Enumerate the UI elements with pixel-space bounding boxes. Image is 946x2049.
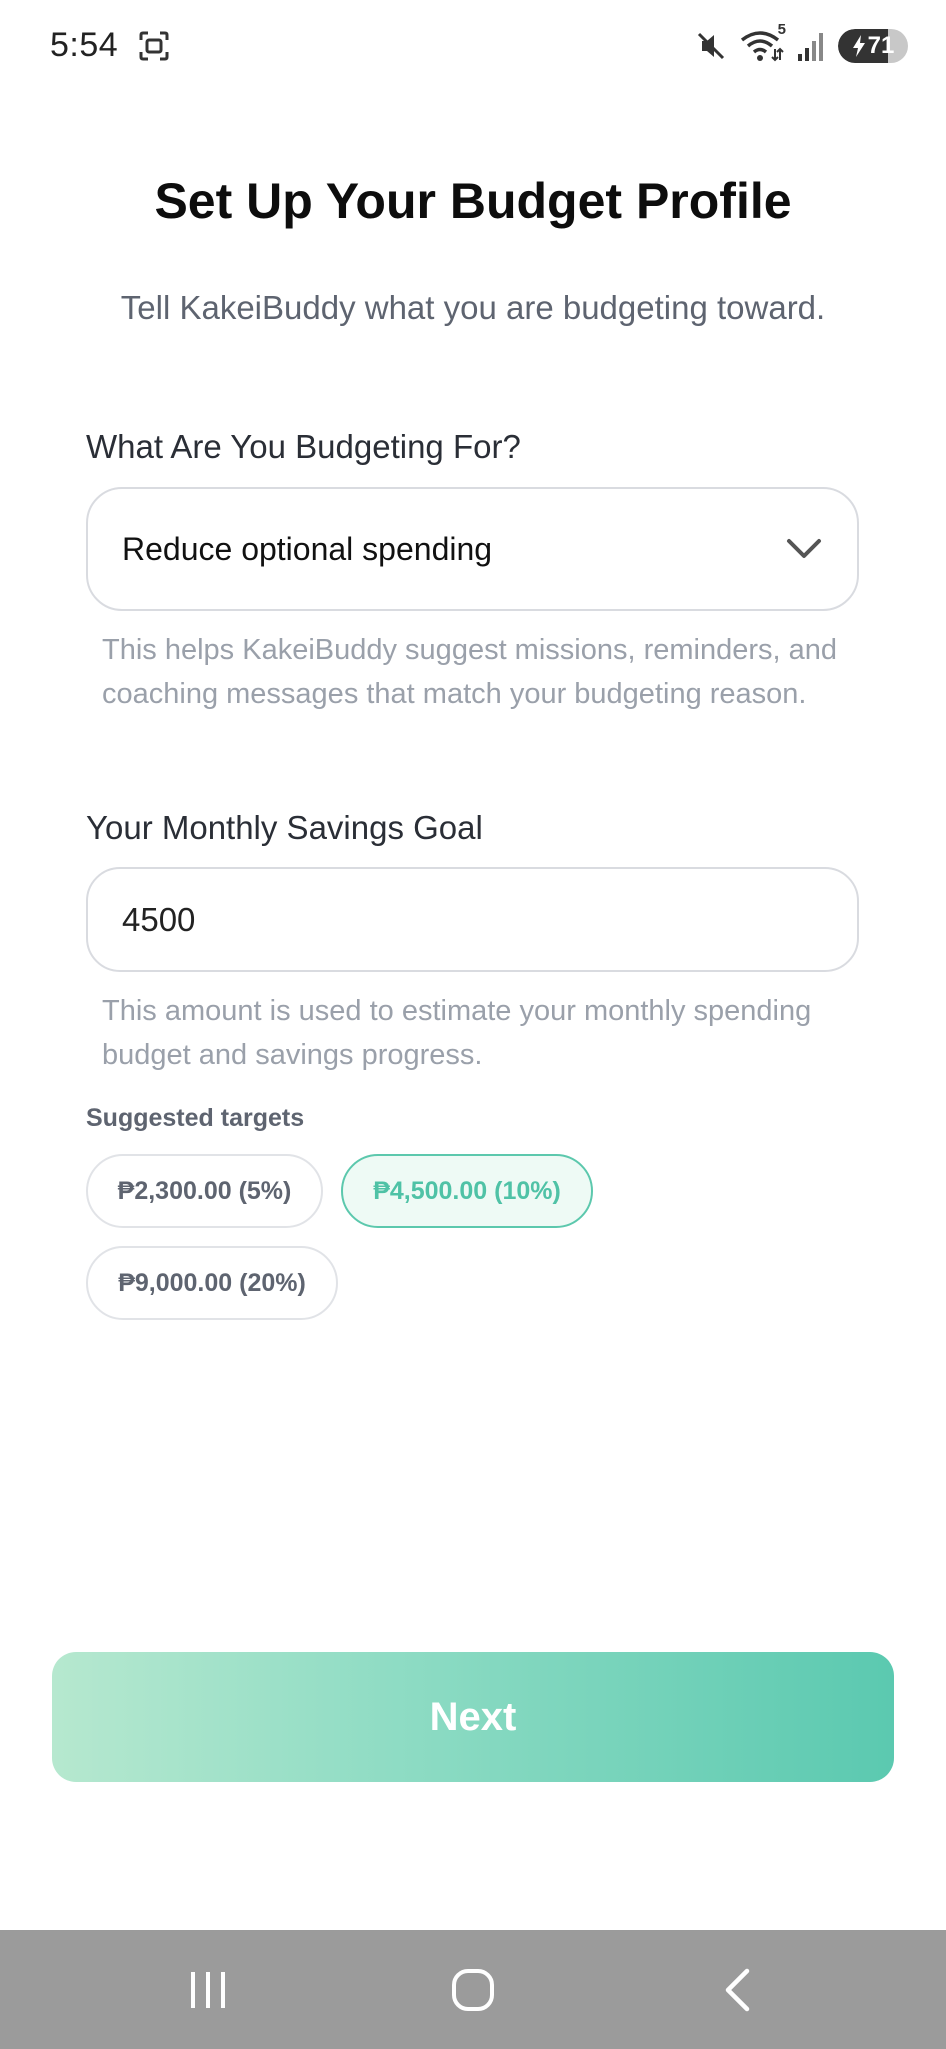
savings-goal-helper-text: This amount is used to estimate your mon… bbox=[102, 995, 812, 1071]
wifi-badge: 5 bbox=[777, 21, 786, 38]
suggested-target-chip-20[interactable]: ₱9,000.00 (20%) bbox=[86, 1246, 338, 1320]
system-nav-bar bbox=[0, 1930, 946, 2049]
next-button-label: Next bbox=[429, 1694, 517, 1739]
purpose-helper-text: This helps KakeiBuddy suggest missions, … bbox=[102, 634, 838, 710]
status-bar: 5:54 5 71 bbox=[0, 0, 946, 95]
screenshot-icon bbox=[138, 30, 170, 62]
page-subtitle: Tell KakeiBuddy what you are budgeting t… bbox=[120, 289, 826, 326]
purpose-label: What Are You Budgeting For? bbox=[86, 428, 521, 465]
suggested-target-chip-5[interactable]: ₱2,300.00 (5%) bbox=[86, 1154, 323, 1228]
savings-goal-label: Your Monthly Savings Goal bbox=[86, 809, 483, 846]
recent-apps-button[interactable] bbox=[148, 1930, 268, 2049]
next-button[interactable]: Next bbox=[52, 1652, 894, 1782]
page-title: Set Up Your Budget Profile bbox=[154, 173, 792, 229]
battery-level: 71 bbox=[867, 32, 895, 59]
purpose-select[interactable]: Reduce optional spending bbox=[86, 487, 859, 611]
status-icons: 5 71 bbox=[694, 21, 908, 66]
battery-text: 71 bbox=[838, 29, 908, 63]
suggested-targets-label: Suggested targets bbox=[86, 1104, 305, 1132]
suggested-target-chip-10[interactable]: ₱4,500.00 (10%) bbox=[341, 1154, 593, 1228]
wifi-icon: 5 bbox=[740, 21, 786, 63]
mute-icon bbox=[694, 29, 728, 63]
purpose-select-value: Reduce optional spending bbox=[122, 530, 493, 567]
back-button[interactable] bbox=[677, 1930, 797, 2049]
home-button[interactable] bbox=[413, 1930, 533, 2049]
battery-charging-icon: 71 bbox=[838, 29, 908, 63]
savings-goal-input[interactable] bbox=[122, 900, 823, 939]
savings-goal-field[interactable] bbox=[86, 867, 859, 972]
back-icon bbox=[725, 1968, 750, 2011]
signal-icon bbox=[796, 30, 826, 62]
recent-apps-icon bbox=[191, 1971, 225, 2008]
status-time: 5:54 bbox=[50, 26, 119, 64]
home-icon bbox=[452, 1968, 494, 2011]
chevron-down-icon bbox=[787, 539, 821, 558]
